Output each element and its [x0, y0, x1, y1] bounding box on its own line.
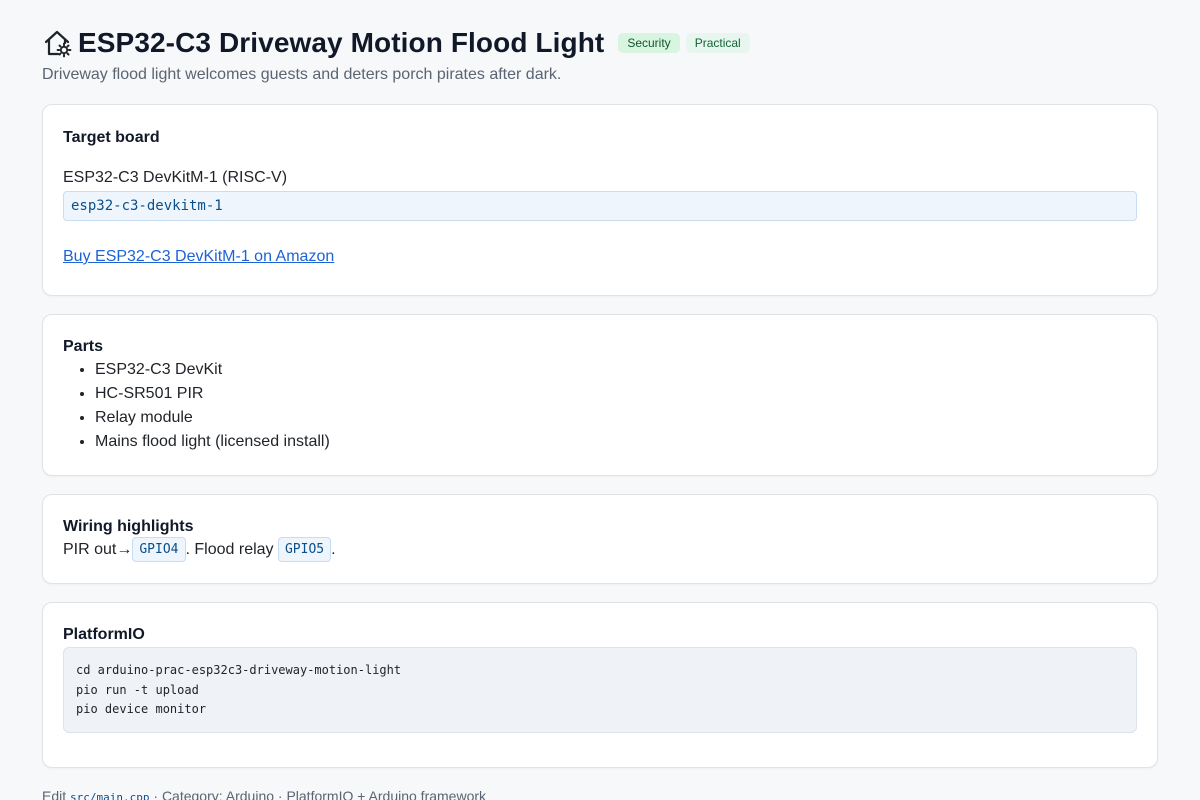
page-subtitle: Driveway flood light welcomes guests and…: [42, 66, 562, 83]
category-badge-practical: Practical: [685, 33, 750, 53]
footer-file-path: src/main.cpp: [70, 791, 150, 800]
parts-list-item: Mains flood light (licensed install): [95, 430, 1137, 454]
platformio-card: PlatformIO cd arduino-prac-esp32c3-drive…: [42, 602, 1158, 768]
page: ESP32-C3 Driveway Motion Flood Light Sec…: [0, 0, 1200, 800]
footer-edit-label: Edit: [42, 788, 71, 800]
board-id-code: esp32-c3-devkitm-1: [63, 191, 1137, 221]
wiring-text-pir: PIR out→: [63, 541, 133, 558]
buy-board-link[interactable]: Buy ESP32-C3 DevKitM-1 on Amazon: [63, 248, 334, 266]
house-gear-icon: [42, 28, 72, 58]
command-line: pio device monitor: [76, 702, 207, 716]
page-title: ESP32-C3 Driveway Motion Flood Light: [78, 27, 605, 58]
board-name: ESP32-C3 DevKitM-1 (RISC-V): [63, 169, 288, 186]
wiring-description: PIR out→ GPIO4. Flood relay GPIO5.: [63, 537, 1137, 562]
command-line: pio run -t upload: [76, 682, 199, 697]
platformio-heading: PlatformIO: [63, 626, 145, 643]
parts-list-item: Relay module: [95, 406, 1137, 430]
pir-pin-code: GPIO4: [132, 537, 186, 562]
parts-list-item: ESP32-C3 DevKit: [95, 358, 1137, 382]
wiring-text-relay: . Flood relay: [185, 541, 278, 558]
wiring-text-end: .: [331, 541, 336, 558]
wiring-card: Wiring highlights PIR out→ GPIO4. Flood r…: [42, 494, 1158, 584]
wiring-heading: Wiring highlights: [63, 518, 194, 535]
footer-meta: · Category: Arduino · PlatformIO + Ardui…: [149, 788, 487, 800]
parts-list: ESP32-C3 DevKit HC-SR501 PIR Relay modul…: [63, 358, 1137, 454]
parts-list-item: HC-SR501 PIR: [95, 382, 1137, 406]
relay-pin-code: GPIO5: [277, 537, 332, 562]
category-badge-security: Security: [618, 33, 680, 53]
page-footer: Edit src/main.cpp · Category: Arduino · …: [42, 788, 1158, 800]
page-header: ESP32-C3 Driveway Motion Flood Light Sec…: [42, 26, 1158, 60]
parts-heading: Parts: [63, 338, 104, 355]
command-line: cd arduino-prac-esp32c3-driveway-motion-…: [76, 663, 402, 677]
target-board-heading: Target board: [63, 129, 160, 146]
command-code-block[interactable]: cd arduino-prac-esp32c3-driveway-motion-…: [63, 647, 1137, 733]
target-board-card: Target board ESP32-C3 DevKitM-1 (RISC-V)…: [42, 104, 1158, 296]
parts-card: Parts ESP32-C3 DevKit HC-SR501 PIR Relay…: [42, 314, 1158, 476]
